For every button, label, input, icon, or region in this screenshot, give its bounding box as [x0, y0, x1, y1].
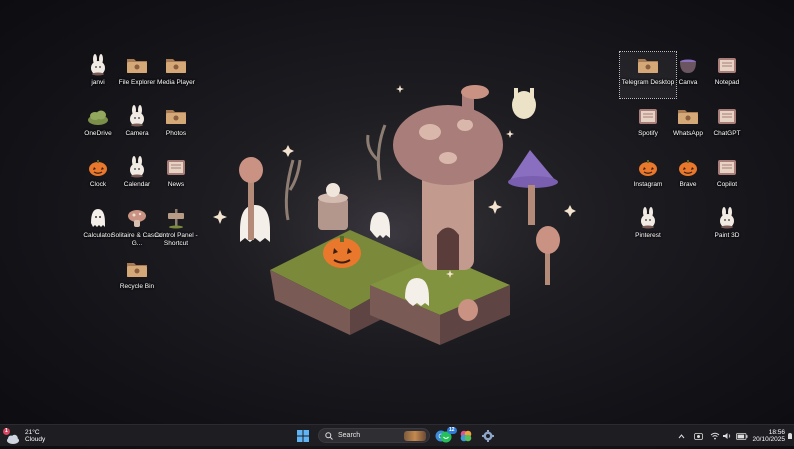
spotify-icon	[637, 105, 659, 127]
media-player-icon	[165, 54, 187, 76]
cloud-icon: 1	[3, 428, 20, 444]
copilot-icon	[460, 430, 472, 442]
whatsapp-icon	[677, 105, 699, 127]
desktop-icon-label: Copilot	[716, 181, 738, 188]
clock-icon	[87, 156, 109, 178]
tray-app-icon[interactable]	[694, 425, 703, 447]
weather-condition: Cloudy	[25, 436, 46, 443]
taskbar-app-whatsapp[interactable]: 12	[440, 425, 457, 447]
taskbar-date: 20/10/2025	[752, 436, 785, 443]
notification-bell-button[interactable]	[788, 425, 792, 447]
tray-camera-icon	[694, 432, 703, 440]
search-placeholder: Search	[338, 432, 361, 439]
desktop-icon-label: Control Panel - Shortcut	[154, 232, 198, 247]
gear-icon	[482, 430, 494, 442]
photos-icon	[165, 105, 187, 127]
weather-temperature: 21°C	[25, 428, 40, 436]
desktop-icon-label: Recycle Bin	[119, 283, 155, 290]
chevron-up-icon	[678, 433, 685, 438]
calculator-icon	[87, 207, 109, 229]
telegram-icon	[637, 54, 659, 76]
notepad-icon	[716, 54, 738, 76]
weather-alert-badge: 1	[3, 428, 10, 435]
recycle-bin-icon	[126, 258, 148, 280]
taskbar: 1 21°C Cloudy Search 12 18:56 20/10/2025	[0, 424, 794, 446]
solitaire-icon	[126, 207, 148, 229]
desktop-icon-notepad[interactable]: Notepad	[699, 52, 755, 98]
control-panel-icon	[165, 207, 187, 229]
instagram-icon	[637, 156, 659, 178]
clock-date-button[interactable]: 18:56 20/10/2025	[752, 425, 785, 447]
janvi-icon	[87, 54, 109, 76]
bell-icon	[788, 433, 792, 439]
chatgpt-icon	[716, 105, 738, 127]
taskbar-time: 18:56	[768, 428, 785, 436]
news-icon	[165, 156, 187, 178]
desktop-icon-photos[interactable]: Photos	[148, 103, 204, 149]
show-hidden-icons-button[interactable]	[678, 425, 685, 447]
desktop-icon-label: Paint 3D	[714, 232, 740, 239]
wallpaper-artwork	[200, 85, 580, 365]
desktop-icon-media-player[interactable]: Media Player	[148, 52, 204, 98]
file-explorer-icon	[126, 54, 148, 76]
desktop-icon-chatgpt[interactable]: ChatGPT	[699, 103, 755, 149]
desktop-icon-news[interactable]: News	[148, 154, 204, 200]
desktop-icon-recycle-bin[interactable]: Recycle Bin	[109, 256, 165, 302]
battery-icon	[736, 432, 748, 440]
canva-icon	[677, 54, 699, 76]
desktop-icon-label: News	[167, 181, 185, 188]
taskbar-search-box[interactable]: Search	[318, 428, 430, 443]
onedrive-icon	[87, 105, 109, 127]
desktop: janvi File Explorer Media Player OneDrive Ca…	[0, 0, 794, 424]
wifi-icon	[710, 432, 720, 440]
camera-icon	[126, 105, 148, 127]
start-button[interactable]	[297, 425, 309, 447]
search-icon	[325, 431, 333, 440]
pinterest-icon	[637, 207, 659, 229]
copilot-icon	[716, 156, 738, 178]
search-highlight-icon	[404, 431, 426, 441]
volume-button[interactable]	[722, 425, 732, 447]
desktop-icon-label: Notepad	[714, 79, 740, 86]
paint-3d-icon	[716, 207, 738, 229]
battery-button[interactable]	[736, 425, 748, 447]
desktop-icon-label: Media Player	[157, 79, 195, 86]
desktop-icon-copilot[interactable]: Copilot	[699, 154, 755, 200]
brave-icon	[677, 156, 699, 178]
desktop-icon-control-panel[interactable]: Control Panel - Shortcut	[148, 205, 204, 251]
wifi-button[interactable]	[710, 425, 720, 447]
whatsapp-unread-badge: 12	[447, 427, 457, 434]
desktop-icon-label: Photos	[165, 130, 187, 137]
desktop-icon-label: ChatGPT	[713, 130, 741, 137]
calendar-icon	[126, 156, 148, 178]
speaker-icon	[723, 433, 731, 439]
desktop-icon-pinterest[interactable]: Pinterest	[620, 205, 676, 251]
taskbar-app-copilot[interactable]	[460, 425, 472, 447]
weather-widget[interactable]: 1 21°C Cloudy	[3, 425, 46, 447]
desktop-icon-paint-3d[interactable]: Paint 3D	[699, 205, 755, 251]
desktop-icon-label: Pinterest	[635, 232, 661, 239]
windows-logo-icon	[297, 430, 309, 442]
taskbar-app-settings[interactable]	[482, 425, 494, 447]
